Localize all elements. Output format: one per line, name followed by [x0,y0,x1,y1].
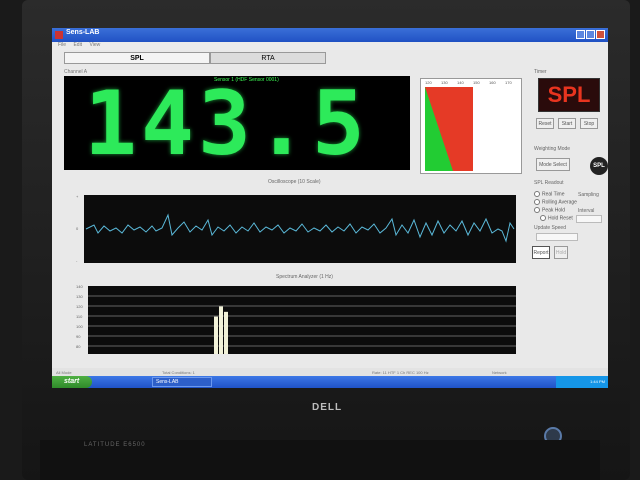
spl-display: Sensor 1 (HDF Sensor 0001) 143.5 [64,76,410,170]
spec-y-label: 100 [76,324,83,329]
spec-y-label: 120 [76,304,83,309]
spectrum-svg [88,295,516,354]
option-value: Sampling [578,192,599,198]
option-peak-hold[interactable]: Peak Hold [534,207,565,213]
reset-button[interactable]: Reset [536,118,554,129]
timer-label: Timer [534,69,547,75]
status-bar: All Mode Total Conditions: 1 Rate: 11 HT… [52,368,608,376]
oscilloscope-svg [85,213,515,243]
spl-reading: 143.5 [84,72,369,175]
hold-button[interactable]: Hold [554,246,568,259]
menu-view[interactable]: View [89,42,100,48]
dell-logo: DELL [312,402,343,413]
spl-badge: SPL [538,78,600,112]
spec-y-label: 80 [76,344,81,349]
start-button[interactable]: Start [558,118,576,129]
spectrum-bar [219,306,223,354]
spec-y-label: 140 [76,284,83,289]
window-title: Sens-LAB [66,29,100,36]
menu-edit[interactable]: Edit [73,42,82,48]
maximize-button[interactable] [586,30,595,39]
start-button[interactable]: start [52,376,92,388]
status-right: Rate: 11 HTF 1 Ch REC 100 Hz [372,370,429,375]
option-hold-reset[interactable]: Hold Reset [540,215,573,221]
spec-y-label: 130 [76,294,83,299]
osc-y-label: + [76,194,79,199]
title-bar: Sens-LAB [52,28,608,42]
laptop-brand: LATITUDE E6500 [84,442,146,448]
option-value: Interval [578,208,595,214]
menu-bar: File Edit View [52,42,608,50]
readout-label: SPL Readout [534,180,564,186]
weighting-label: Weighting Mode [534,146,571,152]
meter-graphic [425,87,473,171]
spec-y-label: 90 [76,334,81,339]
status-far: Network [492,370,507,375]
clock: 1:44 PM [556,376,608,388]
update-speed-field[interactable] [536,233,578,241]
minimize-button[interactable] [576,30,585,39]
spec-y-label: 110 [76,314,83,319]
app-icon [55,31,63,39]
spectrum-bar [224,311,228,354]
status-left: All Mode [56,370,72,375]
stop-button[interactable]: Stop [580,118,598,129]
oscilloscope-title: Oscilloscope (10 Scale) [268,179,321,185]
spectrum-title: Spectrum Analyzer (1 Hz) [276,274,333,280]
screen: Sens-LAB File Edit View SPL RTA Channel … [52,28,608,388]
mode-select-button[interactable]: Mode Select [536,158,570,171]
spectrum-plot [88,286,516,354]
interval-field[interactable] [576,215,602,223]
close-button[interactable] [596,30,605,39]
option-rolling-average[interactable]: Rolling Average [534,199,577,205]
tab-spl[interactable]: SPL [64,52,210,64]
spectrum-bar [214,316,218,354]
update-speed-label: Update Speed [534,225,566,231]
taskbar: start Sens-LAB 1:44 PM [52,376,608,388]
spectrum-bars [214,306,228,354]
waveform-trace [85,213,515,243]
oscilloscope-plot [84,195,516,263]
status-middle: Total Conditions: 1 [162,370,195,375]
option-real-time[interactable]: Real Time [534,191,565,197]
tab-rta[interactable]: RTA [210,52,326,64]
report-button[interactable]: Report [532,246,550,259]
taskbar-item-sens-lab[interactable]: Sens-LAB [152,377,212,387]
menu-file[interactable]: File [58,42,66,48]
osc-y-label: 0 [76,226,79,231]
level-meter: 120 130 140 150 160 170 [420,78,522,174]
osc-y-label: - [76,258,78,263]
spl-logo: SPL [590,157,608,175]
